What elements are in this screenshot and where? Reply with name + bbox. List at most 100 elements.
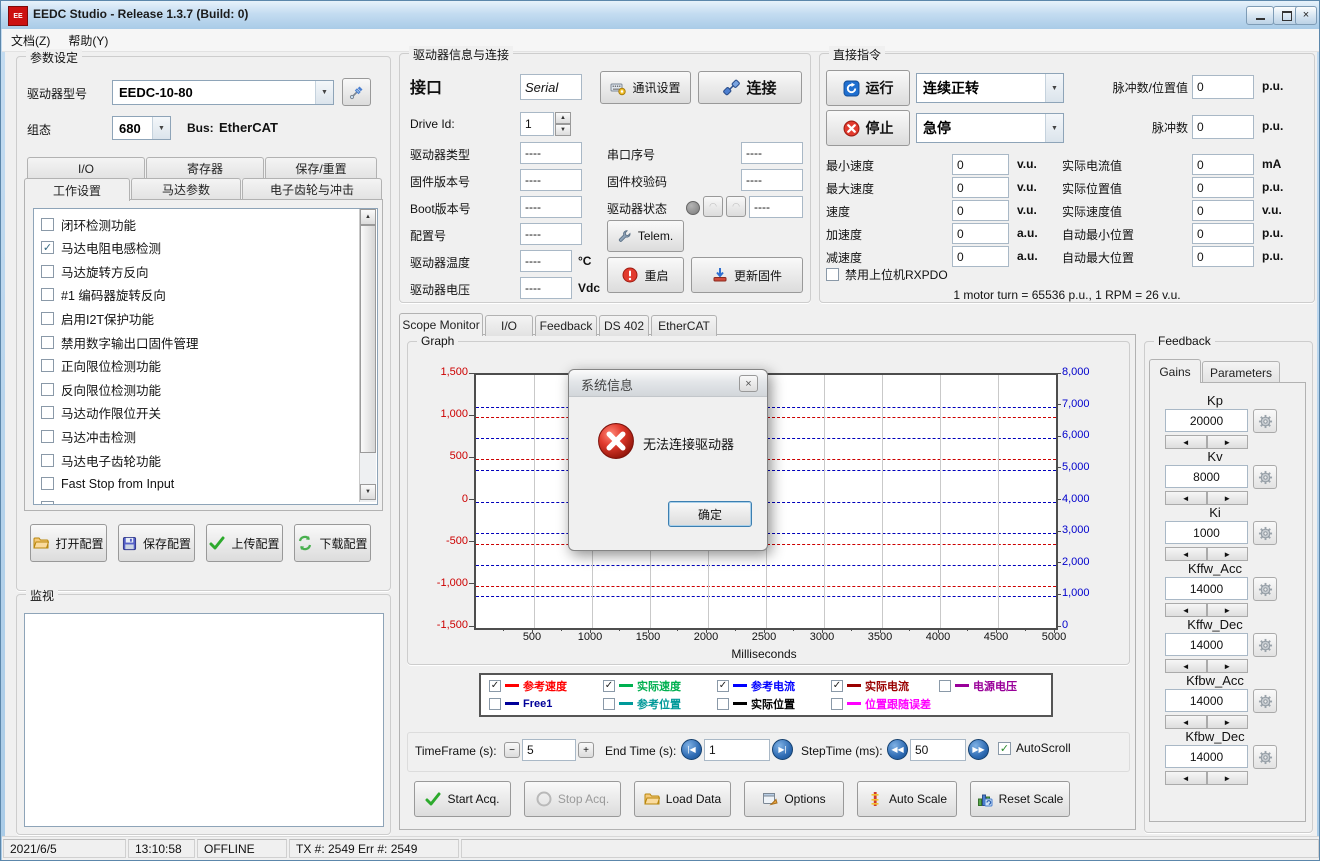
pulse-input[interactable]: 0 <box>1192 115 1254 139</box>
checkbox-box[interactable] <box>41 477 54 490</box>
legend-checkbox[interactable]: ✓ <box>603 680 615 692</box>
scroll-left-icon[interactable]: ◄ <box>1165 547 1207 561</box>
button-load-data[interactable]: Load Data <box>634 781 731 817</box>
checkbox-box[interactable] <box>41 288 54 301</box>
connect-button[interactable]: 连接 <box>698 71 802 104</box>
scroll-left-icon[interactable]: ◄ <box>1165 603 1207 617</box>
cmd-left-input[interactable]: 0 <box>952 223 1009 244</box>
tab-i/o[interactable]: I/O <box>485 315 533 336</box>
endtime-last-button[interactable]: ▶| <box>772 739 793 760</box>
gain-scroll-bar[interactable]: ◄► <box>1165 603 1248 617</box>
close-button[interactable]: × <box>1295 6 1317 25</box>
checkbox-item[interactable]: 马达动作限位开关 <box>41 404 161 422</box>
legend-checkbox[interactable]: ✓ <box>489 680 501 692</box>
checkbox-box[interactable]: ✓ <box>41 241 54 254</box>
gain-input[interactable]: 14000 <box>1165 633 1248 656</box>
button-save-floppy[interactable]: 保存配置 <box>118 524 195 562</box>
tab-I/O[interactable]: I/O <box>27 157 145 179</box>
tab-parameters[interactable]: Parameters <box>1202 361 1280 383</box>
button-auto-scale[interactable]: Auto Scale <box>857 781 957 817</box>
tab-马达参数[interactable]: 马达参数 <box>131 178 241 200</box>
legend-item[interactable]: 位置跟随误差 <box>831 696 931 711</box>
tab-feedback[interactable]: Feedback <box>535 315 597 336</box>
field-value[interactable]: ---- <box>741 169 803 191</box>
steptime-back-button[interactable]: ◀◀ <box>887 739 908 760</box>
checkbox-box[interactable] <box>41 406 54 419</box>
field-value[interactable]: ---- <box>520 223 582 245</box>
legend-item[interactable]: ✓实际电流 <box>831 678 909 693</box>
spin-up-icon[interactable]: ▲ <box>555 112 571 124</box>
legend-item[interactable]: ✓实际速度 <box>603 678 681 693</box>
config-combobox[interactable]: 680 ▼ <box>112 116 171 140</box>
gain-settings-button[interactable] <box>1253 745 1277 769</box>
minimize-button[interactable] <box>1246 6 1274 25</box>
tab-gains[interactable]: Gains <box>1149 359 1201 383</box>
checkbox-item[interactable] <box>41 498 61 505</box>
drive-model-picker-button[interactable] <box>342 78 371 106</box>
steptime-input[interactable]: 50 <box>910 739 966 761</box>
tab-工作设置[interactable]: 工作设置 <box>24 178 130 201</box>
scroll-left-icon[interactable]: ◄ <box>1165 659 1207 673</box>
button-reset-scale[interactable]: Reset Scale <box>970 781 1070 817</box>
checkbox-box[interactable] <box>41 454 54 467</box>
gain-settings-button[interactable] <box>1253 689 1277 713</box>
cmd-right-input[interactable]: 0 <box>1192 177 1254 198</box>
checkbox-item[interactable]: 正向限位检测功能 <box>41 357 161 375</box>
cmd-left-input[interactable]: 0 <box>952 154 1009 175</box>
button-download-refresh[interactable]: 下载配置 <box>294 524 371 562</box>
checkbox-item[interactable]: Fast Stop from Input <box>41 475 174 493</box>
legend-checkbox[interactable] <box>603 698 615 710</box>
checkbox-box[interactable] <box>41 336 54 349</box>
gain-settings-button[interactable] <box>1253 521 1277 545</box>
legend-item[interactable]: Free1 <box>489 696 552 711</box>
gain-input[interactable]: 14000 <box>1165 689 1248 712</box>
autoscroll-checkbox[interactable]: ✓ <box>998 742 1011 755</box>
checkbox-item[interactable]: ✓马达电阻电感检测 <box>41 239 161 257</box>
cmd-left-input[interactable]: 0 <box>952 200 1009 221</box>
cmd-right-input[interactable]: 0 <box>1192 200 1254 221</box>
checkbox-item[interactable]: 马达冲击检测 <box>41 427 136 445</box>
legend-checkbox[interactable] <box>717 698 729 710</box>
cmd-left-input[interactable]: 0 <box>952 177 1009 198</box>
gain-scroll-bar[interactable]: ◄► <box>1165 771 1248 785</box>
checkbox-box[interactable] <box>41 265 54 278</box>
scroll-right-icon[interactable]: ► <box>1207 491 1249 505</box>
pulse-pos-input[interactable]: 0 <box>1192 75 1254 99</box>
scroll-right-icon[interactable]: ► <box>1207 771 1249 785</box>
scroll-up-icon[interactable]: ▲ <box>360 209 376 225</box>
drive-id-spinner[interactable]: ▲▼ <box>555 112 571 136</box>
run-mode-combobox[interactable]: 连续正转 ▼ <box>916 73 1064 103</box>
scrollbar-thumb[interactable] <box>360 225 376 453</box>
gain-scroll-bar[interactable]: ◄► <box>1165 435 1248 449</box>
autoscroll-row[interactable]: ✓ AutoScroll <box>998 741 1071 755</box>
dialog-ok-button[interactable]: 确定 <box>668 501 752 527</box>
tab-保存/重置[interactable]: 保存/重置 <box>265 157 377 179</box>
field-value[interactable]: ---- <box>520 142 582 164</box>
legend-checkbox[interactable] <box>489 698 501 710</box>
gain-scroll-bar[interactable]: ◄► <box>1165 491 1248 505</box>
button-open-folder[interactable]: 打开配置 <box>30 524 107 562</box>
cmd-left-input[interactable]: 0 <box>952 246 1009 267</box>
timeframe-input[interactable]: 5 <box>522 739 576 761</box>
endtime-first-button[interactable]: |◀ <box>681 739 702 760</box>
checkbox-item[interactable]: 马达旋转方反向 <box>41 262 149 280</box>
field-value[interactable]: ---- <box>520 169 582 191</box>
cmd-right-input[interactable]: 0 <box>1192 154 1254 175</box>
gain-scroll-bar[interactable]: ◄► <box>1165 547 1248 561</box>
scroll-left-icon[interactable]: ◄ <box>1165 771 1207 785</box>
button-upload-check[interactable]: 上传配置 <box>206 524 283 562</box>
gain-input[interactable]: 14000 <box>1165 745 1248 768</box>
chevron-down-icon[interactable]: ▼ <box>315 81 333 104</box>
gain-input[interactable]: 8000 <box>1165 465 1248 488</box>
button-options[interactable]: Options <box>744 781 844 817</box>
scroll-right-icon[interactable]: ► <box>1207 435 1249 449</box>
legend-item[interactable]: ✓参考速度 <box>489 678 567 693</box>
checkbox-box[interactable] <box>41 359 54 372</box>
drive-model-combobox[interactable]: EEDC-10-80 ▼ <box>112 80 334 105</box>
chevron-down-icon[interactable]: ▼ <box>1045 74 1063 102</box>
checkbox-item[interactable]: 闭环检测功能 <box>41 215 136 233</box>
interface-input[interactable]: Serial <box>520 74 582 100</box>
scroll-left-icon[interactable]: ◄ <box>1165 491 1207 505</box>
gain-input[interactable]: 20000 <box>1165 409 1248 432</box>
scroll-left-icon[interactable]: ◄ <box>1165 435 1207 449</box>
